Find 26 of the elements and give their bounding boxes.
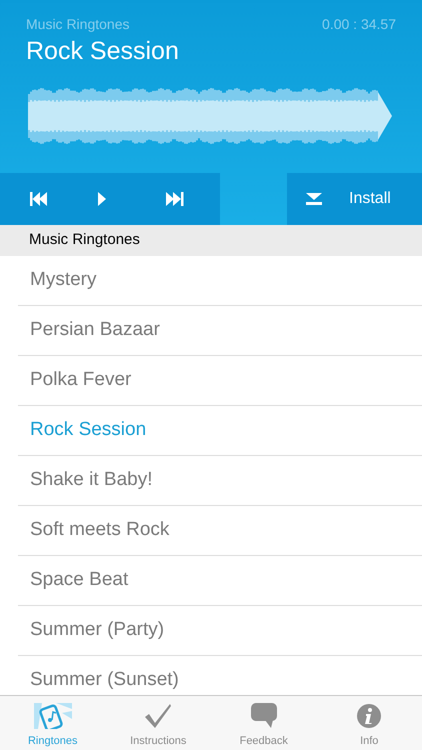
ringtone-item[interactable]: Mystery [30,266,96,295]
install-button[interactable]: Install [287,173,422,225]
phone-note-icon [34,702,72,728]
ringtone-item[interactable]: Persian Bazaar [30,316,160,345]
ringtone-item[interactable]: Polka Fever [30,366,132,395]
ringtone-item[interactable]: Rock Session [30,416,146,445]
ringtone-item[interactable]: Space Beat [30,566,128,595]
speech-bubble-icon [250,702,277,728]
tab[interactable]: Instructions [106,696,211,750]
previous-icon[interactable] [30,192,48,206]
info-icon [356,702,382,728]
download-icon [306,193,322,205]
next-icon[interactable] [166,192,184,206]
ringtone-item[interactable]: Shake it Baby! [30,466,153,495]
time-label: 0.00 : 34.57 [322,15,396,34]
checkmark-icon [144,702,172,728]
track-title: Rock Session [25,36,180,67]
tab[interactable]: Info [316,696,422,750]
ringtone-item[interactable]: Summer (Sunset) [30,666,179,695]
play-icon[interactable] [98,192,106,206]
category-label: Music Ringtones [26,15,130,34]
tab[interactable]: Feedback [211,696,316,750]
tab[interactable]: Ringtones [0,696,106,750]
ringtone-item[interactable]: Summer (Party) [30,616,164,645]
section-title: Music Ringtones [29,230,140,250]
ringtone-item[interactable]: Soft meets Rock [30,516,170,545]
